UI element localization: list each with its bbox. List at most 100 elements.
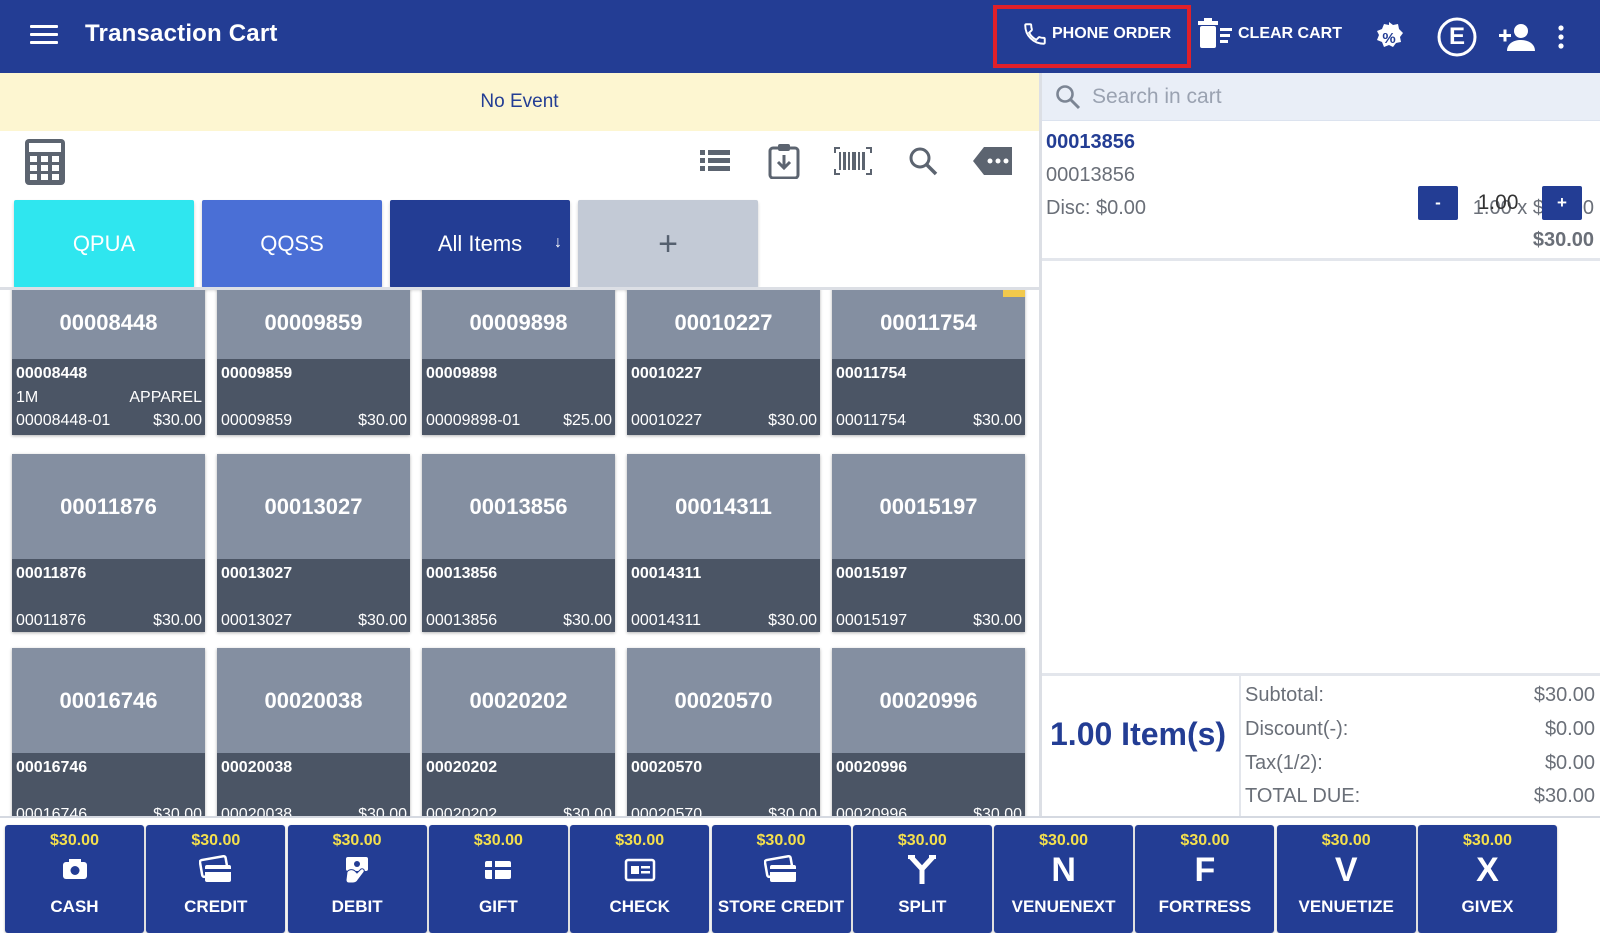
pay-check-button[interactable]: $30.00 CHECK bbox=[570, 825, 710, 933]
clear-cart-button[interactable]: CLEAR CART bbox=[1198, 0, 1342, 68]
payment-amount: $30.00 bbox=[50, 832, 99, 849]
payment-label: VENUETIZE bbox=[1298, 897, 1394, 916]
discount-icon[interactable]: % bbox=[1369, 17, 1409, 57]
payment-label: FORTRESS bbox=[1158, 897, 1252, 916]
product-sku: 00008448-01 bbox=[16, 412, 111, 429]
employee-icon[interactable]: E bbox=[1437, 17, 1477, 57]
product-title: 00011876 bbox=[12, 454, 205, 559]
product-name: 00010227 bbox=[631, 365, 703, 382]
cart-search-input[interactable] bbox=[1092, 81, 1572, 113]
increase-qty-button[interactable]: + bbox=[1542, 186, 1582, 220]
product-price: $30.00 bbox=[973, 612, 1022, 629]
pay-gift-button[interactable]: $30.00 GIFT bbox=[428, 825, 568, 933]
product-grid: 00008448 00008448 1M APPAREL 00008448-01 $30.… bbox=[0, 290, 1039, 816]
pay-venuetize-button[interactable]: $30.00 V VENUETIZE bbox=[1276, 825, 1416, 933]
pay-credit-button[interactable]: $30.00 CREDIT bbox=[146, 825, 286, 933]
product-price: $30.00 bbox=[768, 806, 817, 816]
subtotal-label: Subtotal: bbox=[1245, 684, 1324, 706]
product-tile[interactable]: 00020996 00020996 00020996 $30.00 bbox=[832, 648, 1025, 816]
product-tile[interactable]: 00016746 00016746 00016746 $30.00 bbox=[12, 648, 205, 816]
product-tile[interactable]: 00020202 00020202 00020202 $30.00 bbox=[422, 648, 615, 816]
product-title: 00013856 bbox=[422, 454, 615, 559]
payment-label: CASH bbox=[50, 897, 99, 916]
clipboard-download-icon[interactable] bbox=[761, 141, 807, 181]
payment-label: GIFT bbox=[479, 897, 518, 916]
product-title: 00009898 bbox=[422, 290, 615, 359]
menu-icon[interactable] bbox=[30, 20, 58, 52]
product-name: 00014311 bbox=[631, 565, 702, 582]
product-sku: 00011876 bbox=[16, 612, 86, 629]
cart-line-item[interactable]: 00013856 00013856 Disc: $0.00 1.00 x $30… bbox=[1042, 121, 1600, 261]
product-price: $30.00 bbox=[153, 806, 202, 816]
more-tag-icon[interactable] bbox=[970, 141, 1016, 181]
product-tile[interactable]: 00013856 00013856 00013856 $30.00 bbox=[422, 454, 615, 632]
product-tile[interactable]: 00020038 00020038 00020038 $30.00 bbox=[217, 648, 410, 816]
product-title: 00020570 bbox=[627, 648, 820, 753]
product-title: 00010227 bbox=[627, 290, 820, 359]
product-name: 00013027 bbox=[221, 565, 293, 582]
product-price: $30.00 bbox=[973, 806, 1022, 816]
payment-amount: $30.00 bbox=[756, 832, 806, 849]
total-due-label: TOTAL DUE: bbox=[1245, 785, 1361, 807]
product-price: $30.00 bbox=[358, 612, 407, 629]
product-sku: 00014311 bbox=[631, 612, 701, 629]
barcode-icon[interactable] bbox=[830, 141, 876, 181]
pay-venuenext-button[interactable]: $30.00 N VENUENEXT bbox=[994, 825, 1134, 933]
decrease-qty-button[interactable]: - bbox=[1418, 186, 1458, 220]
product-price: $30.00 bbox=[768, 412, 817, 429]
tax-row: Tax(1/2): $0.00 bbox=[1245, 752, 1595, 775]
product-tile[interactable]: 00011754 00011754 00011754 $30.00 bbox=[832, 290, 1025, 435]
calculator-icon[interactable] bbox=[22, 137, 68, 187]
product-tile[interactable]: 00020570 00020570 00020570 $30.00 bbox=[627, 648, 820, 816]
product-tile[interactable]: 00014311 00014311 00014311 $30.00 bbox=[627, 454, 820, 632]
phone-order-label: PHONE ORDER bbox=[1052, 25, 1172, 42]
product-tile[interactable]: 00009898 00009898 00009898-01 $25.00 bbox=[422, 290, 615, 435]
payment-amount: $30.00 bbox=[332, 832, 382, 849]
event-banner: No Event bbox=[0, 73, 1039, 131]
employee-letter: E bbox=[1448, 23, 1465, 50]
category-label: QPUA bbox=[72, 231, 136, 256]
payment-glyph: F bbox=[1194, 851, 1216, 889]
product-sku: 00016746 bbox=[16, 806, 88, 816]
product-name: 00011876 bbox=[16, 565, 87, 582]
payment-amount: $30.00 bbox=[615, 832, 665, 849]
product-sku: 00020038 bbox=[221, 806, 293, 816]
product-tile[interactable]: 00013027 00013027 00013027 $30.00 bbox=[217, 454, 410, 632]
payment-glyph: N bbox=[1051, 851, 1076, 889]
product-tile[interactable]: 00010227 00010227 00010227 $30.00 bbox=[627, 290, 820, 435]
phone-order-button[interactable]: PHONE ORDER bbox=[1022, 0, 1171, 68]
product-price: $30.00 bbox=[153, 412, 202, 429]
pay-fortress-button[interactable]: $30.00 F FORTRESS bbox=[1135, 825, 1275, 933]
category-qqss[interactable]: QQSS bbox=[202, 200, 382, 288]
pay-store-credit-button[interactable]: $30.00 STORE CREDIT bbox=[711, 825, 851, 933]
product-sku: 00020570 bbox=[631, 806, 703, 816]
more-options-icon[interactable] bbox=[1543, 17, 1579, 57]
product-tile[interactable]: 00009859 00009859 00009859 $30.00 bbox=[217, 290, 410, 435]
product-title: 00020996 bbox=[832, 648, 1025, 753]
pay-split-button[interactable]: $30.00 SPLIT bbox=[852, 825, 992, 933]
product-sku: 00013856 bbox=[426, 612, 498, 629]
split-icon bbox=[853, 853, 992, 887]
pay-debit-button[interactable]: $30.00 DEBIT bbox=[287, 825, 427, 933]
product-price: $30.00 bbox=[563, 612, 612, 629]
pay-cash-button[interactable]: $30.00 CASH bbox=[5, 825, 144, 933]
venuetize-icon: V bbox=[1277, 853, 1416, 887]
pay-givex-button[interactable]: $30.00 X GIVEX bbox=[1418, 825, 1557, 933]
list-view-icon[interactable] bbox=[692, 141, 738, 181]
add-category-button[interactable]: + bbox=[578, 200, 758, 288]
search-icon[interactable] bbox=[900, 141, 946, 181]
line-item-total: $30.00 bbox=[1532, 229, 1594, 251]
product-title: 00009859 bbox=[217, 290, 410, 359]
discount-row: Discount(-): $0.00 bbox=[1245, 718, 1595, 741]
qty-value[interactable]: 1.00 bbox=[1468, 191, 1528, 215]
add-customer-icon[interactable] bbox=[1497, 17, 1537, 57]
category-all-items[interactable]: All Items ↓ bbox=[390, 200, 570, 288]
item-flag-marker bbox=[1003, 290, 1025, 297]
product-tile[interactable]: 00011876 00011876 00011876 $30.00 bbox=[12, 454, 205, 632]
payment-label: SPLIT bbox=[898, 897, 947, 916]
product-price: $30.00 bbox=[563, 806, 612, 816]
product-tile[interactable]: 00008448 00008448 1M APPAREL 00008448-01 $30.… bbox=[12, 290, 205, 435]
category-qpua[interactable]: QPUA bbox=[14, 200, 194, 288]
product-title: 00008448 bbox=[12, 290, 205, 359]
product-tile[interactable]: 00015197 00015197 00015197 $30.00 bbox=[832, 454, 1025, 632]
